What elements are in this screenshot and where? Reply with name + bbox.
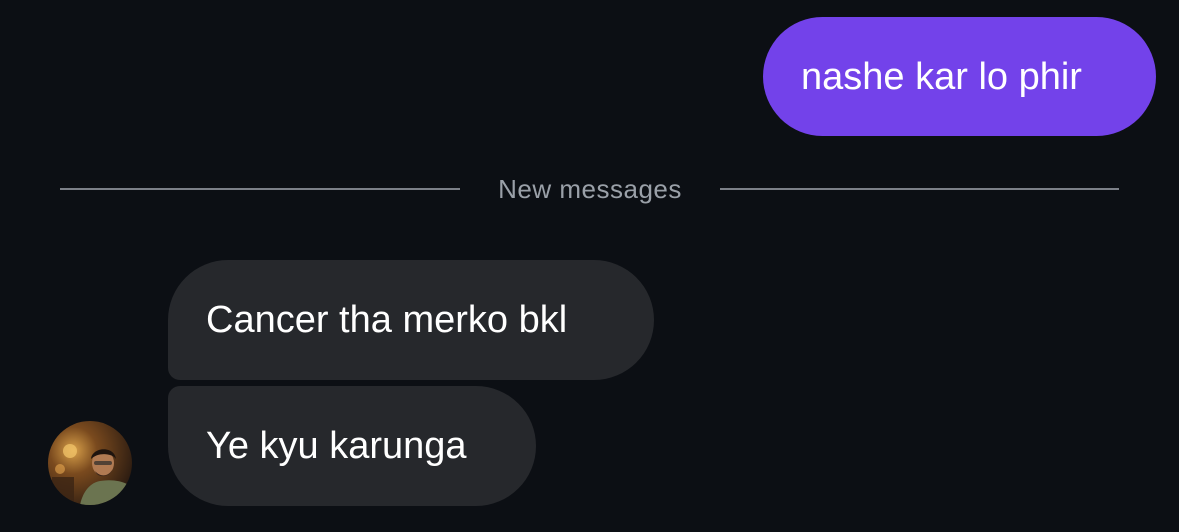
- message-text: Cancer tha merko bkl: [206, 299, 568, 341]
- sender-avatar[interactable]: [48, 421, 132, 505]
- message-text: Ye kyu karunga: [206, 425, 467, 467]
- outgoing-message-bubble[interactable]: nashe kar lo phir: [763, 17, 1156, 136]
- divider-line-left: [60, 188, 460, 190]
- message-text: nashe kar lo phir: [801, 55, 1082, 98]
- divider-line-right: [720, 188, 1119, 190]
- chat-thread: nashe kar lo phir New messages Cancer th…: [0, 0, 1179, 532]
- incoming-message-bubble[interactable]: Ye kyu karunga: [168, 386, 536, 506]
- divider-label: New messages: [498, 174, 682, 204]
- avatar-photo-icon: [48, 421, 132, 505]
- new-messages-divider: New messages: [60, 170, 1119, 210]
- incoming-message-bubble[interactable]: Cancer tha merko bkl: [168, 260, 654, 380]
